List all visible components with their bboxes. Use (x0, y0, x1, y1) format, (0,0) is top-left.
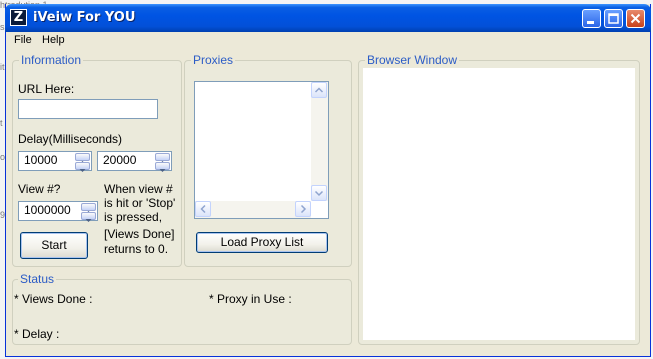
start-button[interactable]: Start (20, 232, 88, 259)
view-note-line: returns to 0. (104, 242, 169, 256)
scroll-up-icon[interactable] (311, 82, 327, 98)
proxy-in-use-status: * Proxy in Use : (209, 292, 292, 306)
delay-status: * Delay : (14, 327, 60, 341)
minimize-icon (587, 21, 594, 24)
minimize-button[interactable] (582, 9, 601, 28)
delay-label: Delay(Milliseconds) (18, 132, 123, 146)
view-count-value: 1000000 (24, 203, 71, 217)
delay-min-value: 10000 (24, 153, 58, 167)
scroll-down-icon[interactable] (311, 185, 327, 201)
view-note-line: is hit or 'Stop' (104, 196, 176, 210)
view-note-line: When view # (104, 182, 173, 196)
title-bar[interactable]: Z iVeiw For YOU (5, 4, 651, 32)
scroll-left-icon[interactable] (195, 201, 211, 217)
spinner-down-icon[interactable] (155, 162, 170, 172)
view-count-label: View #? (18, 182, 61, 196)
information-legend: Information (19, 53, 84, 67)
spinner-up-icon[interactable] (75, 153, 90, 164)
delay-max-value: 20000 (103, 153, 137, 167)
spinner-down-icon[interactable] (75, 162, 90, 172)
proxy-list[interactable] (194, 81, 329, 219)
view-note-line: is pressed, (104, 210, 163, 224)
spinner-down-icon[interactable] (81, 212, 96, 222)
delay-min-spinner[interactable]: 10000 (18, 151, 92, 172)
status-legend: Status (18, 272, 57, 286)
browser-view[interactable] (363, 68, 635, 340)
url-input[interactable] (18, 99, 158, 119)
background-fragment: it (0, 62, 5, 72)
menu-file[interactable]: File (14, 34, 32, 46)
close-button[interactable] (626, 9, 645, 28)
app-icon: Z (10, 9, 27, 26)
menu-bar: File Help (6, 32, 650, 51)
menu-help[interactable]: Help (42, 34, 65, 46)
close-icon (630, 13, 641, 24)
proxies-legend: Proxies (191, 53, 236, 67)
background-fragment: t (0, 118, 3, 128)
status-group: Status (12, 272, 352, 345)
browser-window-legend: Browser Window (365, 53, 460, 67)
spinner-up-icon[interactable] (155, 153, 170, 164)
maximize-icon (608, 13, 619, 24)
delay-max-spinner[interactable]: 20000 (97, 151, 172, 172)
view-count-spinner[interactable]: 1000000 (18, 201, 98, 222)
view-note-line: [Views Done] (104, 227, 175, 241)
spinner-up-icon[interactable] (81, 203, 96, 214)
proxy-list-horizontal-scrollbar[interactable] (195, 201, 311, 218)
views-done-status: * Views Done : (14, 292, 93, 306)
window-title: iVeiw For YOU (33, 10, 136, 25)
proxy-list-vertical-scrollbar[interactable] (311, 82, 328, 201)
load-proxy-list-button[interactable]: Load Proxy List (196, 232, 328, 253)
scroll-right-icon[interactable] (295, 201, 311, 217)
url-label: URL Here: (18, 82, 75, 96)
maximize-button[interactable] (604, 9, 623, 28)
